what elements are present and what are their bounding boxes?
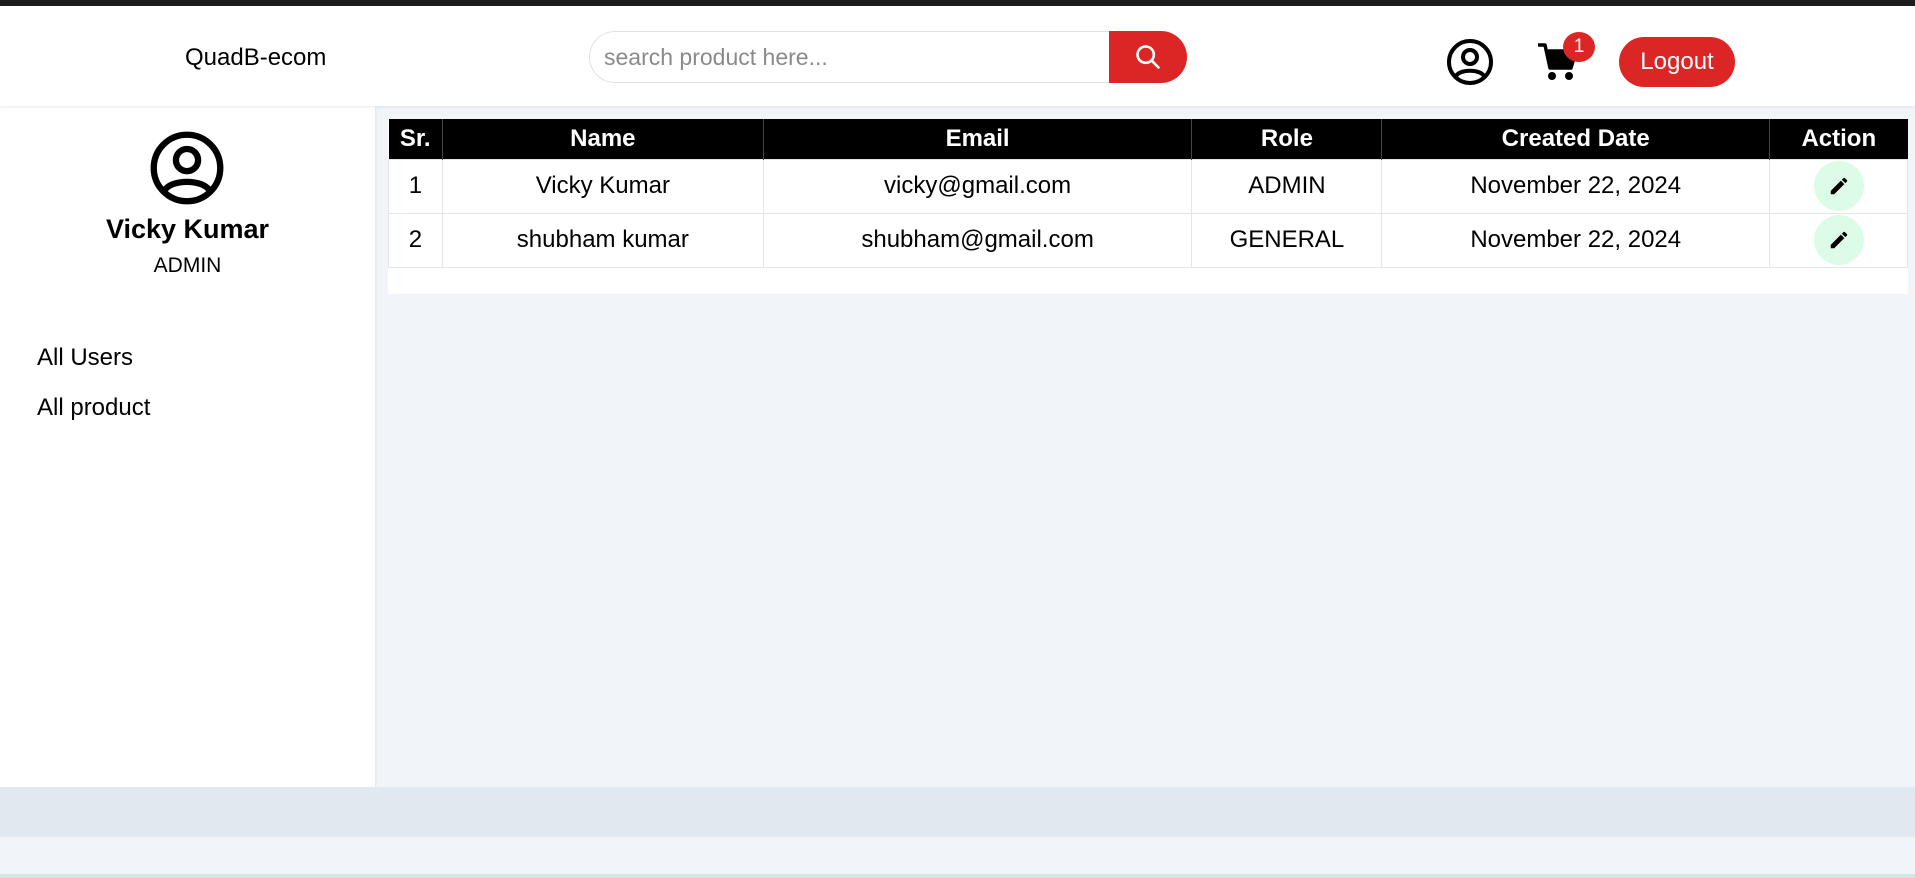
search-icon — [1136, 45, 1160, 69]
footer-band — [0, 787, 1915, 837]
column-header-email: Email — [762, 119, 1192, 159]
cell-created-date: November 22, 2024 — [1381, 212, 1771, 268]
cell-email: vicky@gmail.com — [762, 158, 1193, 214]
sidebar: Vicky Kumar ADMIN All Users All product — [0, 106, 375, 787]
cart-count-badge: 1 — [1563, 32, 1595, 62]
users-table: Sr. Name Email Role Created Date Action … — [388, 119, 1908, 268]
logo[interactable]: QuadB-ecom — [185, 44, 326, 72]
footer-line — [0, 874, 1915, 878]
cell-email: shubham@gmail.com — [762, 212, 1193, 268]
logout-button[interactable]: Logout — [1619, 37, 1735, 87]
column-header-created-date: Created Date — [1381, 119, 1770, 159]
pencil-icon — [1830, 177, 1847, 195]
edit-user-button[interactable] — [1813, 161, 1864, 211]
cell-created-date: November 22, 2024 — [1381, 158, 1771, 214]
sidebar-item-all-users[interactable]: All Users — [37, 344, 133, 372]
header: QuadB-ecom 1 Logout — [0, 6, 1915, 106]
users-table-panel: Sr. Name Email Role Created Date Action … — [388, 119, 1908, 294]
profile-name: Vicky Kumar — [105, 214, 270, 244]
profile-role: ADMIN — [153, 254, 222, 277]
edit-user-button[interactable] — [1813, 215, 1864, 265]
cell-role: GENERAL — [1191, 212, 1383, 268]
cell-action — [1769, 212, 1908, 268]
column-header-name: Name — [441, 119, 764, 159]
table-row: 1 Vicky Kumar vicky@gmail.com ADMIN Nove… — [388, 158, 1908, 214]
cell-role: ADMIN — [1191, 158, 1383, 214]
cell-name: shubham kumar — [441, 212, 764, 268]
search-input[interactable] — [589, 31, 1109, 83]
pencil-icon — [1830, 231, 1847, 249]
column-header-action: Action — [1769, 119, 1908, 159]
user-circle-icon[interactable] — [1446, 38, 1494, 86]
search-bar — [589, 31, 1187, 83]
table-row: 2 shubham kumar shubham@gmail.com GENERA… — [388, 212, 1908, 268]
column-header-sr: Sr. — [388, 119, 443, 159]
user-avatar-icon — [150, 131, 224, 205]
table-header-row: Sr. Name Email Role Created Date Action — [388, 119, 1908, 159]
sidebar-item-all-product[interactable]: All product — [37, 394, 150, 422]
cell-sr: 2 — [388, 212, 443, 268]
cell-sr: 1 — [388, 158, 443, 214]
search-button[interactable] — [1109, 31, 1187, 83]
cell-action — [1769, 158, 1908, 214]
cell-name: Vicky Kumar — [441, 158, 764, 214]
column-header-role: Role — [1191, 119, 1382, 159]
